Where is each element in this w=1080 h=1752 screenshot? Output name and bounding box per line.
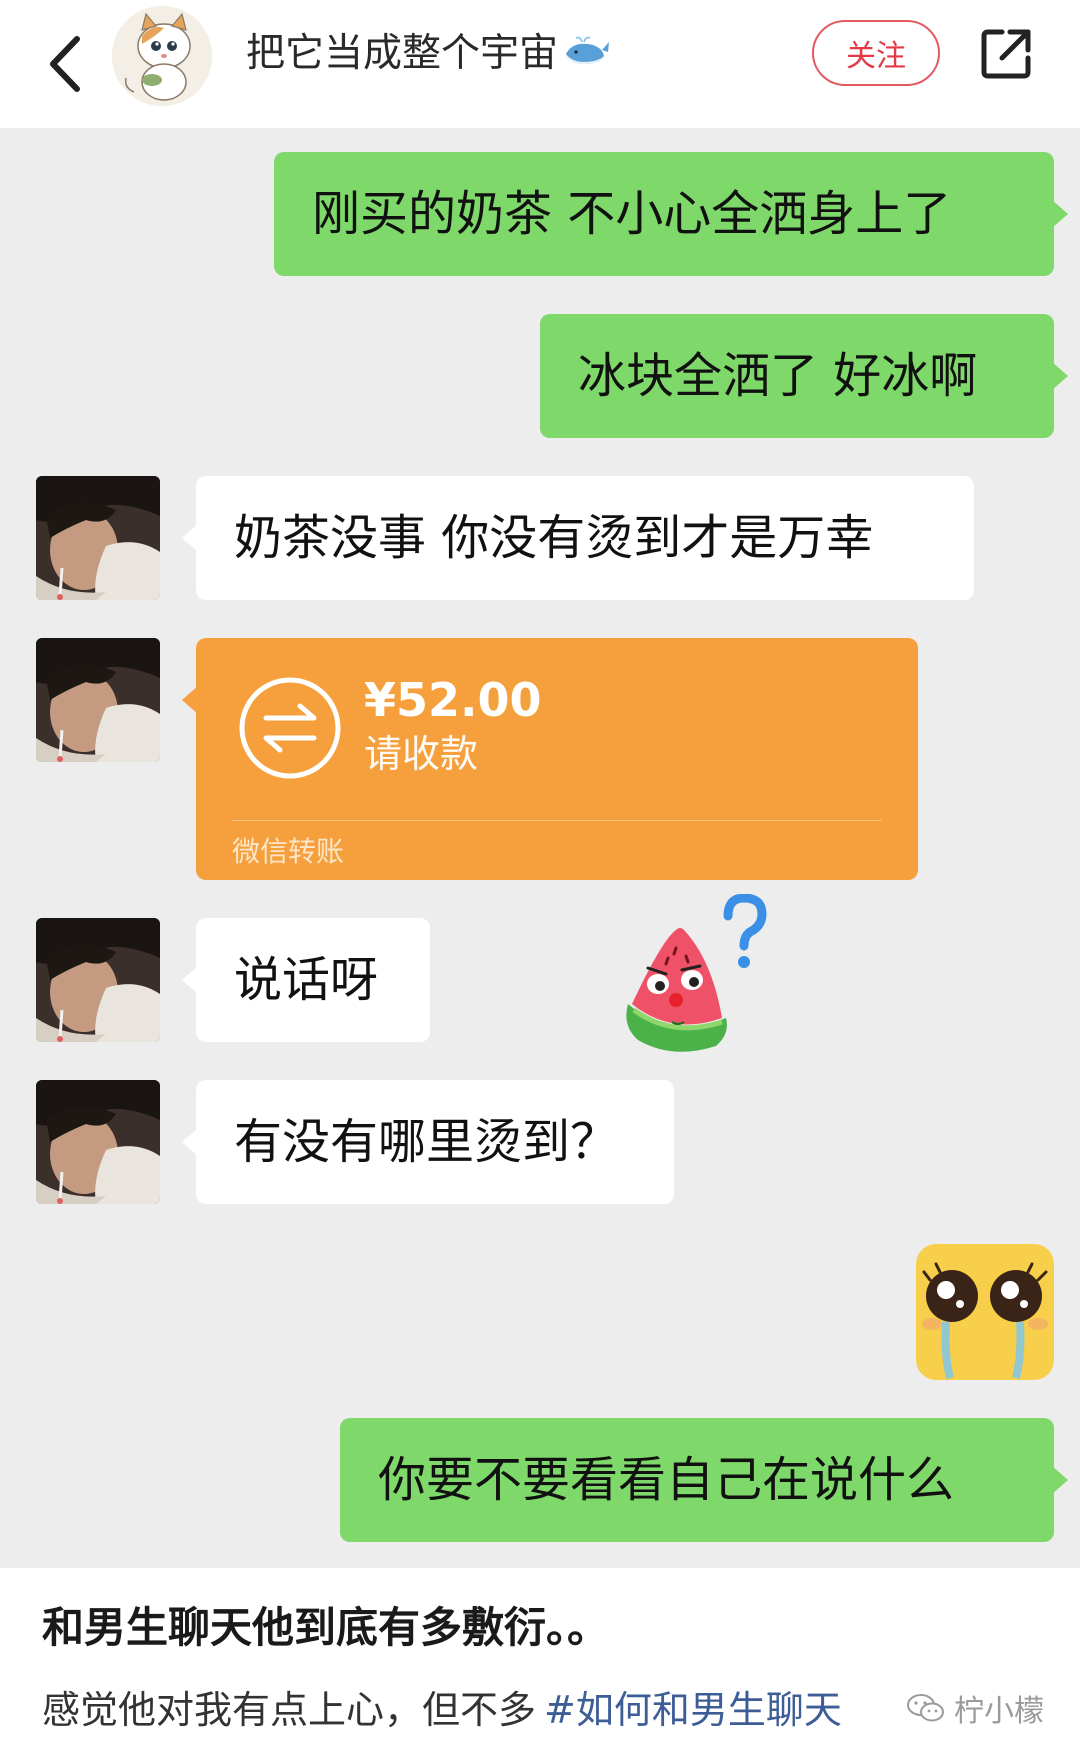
watermark: 柠小檬 xyxy=(906,1686,1044,1730)
wechat-icon xyxy=(907,1694,944,1722)
back-button[interactable] xyxy=(30,22,100,106)
share-icon xyxy=(981,29,1031,79)
contact-avatar[interactable] xyxy=(36,918,160,1042)
crying-face-sticker[interactable] xyxy=(916,1244,1054,1380)
cat-avatar-image xyxy=(112,6,212,106)
back-arrow-icon xyxy=(50,36,80,92)
post-body-text: 感觉他对我有点上心，但不多 xyxy=(42,1688,537,1732)
question-mark-icon xyxy=(723,894,767,968)
post-caption: 和男生聊天他到底有多敷衍。。 感觉他对我有点上心，但不多 #如何和男生聊天 柠小檬 xyxy=(0,1568,1080,1752)
follow-button[interactable]: 关注 xyxy=(812,20,940,86)
message-text: 奶茶没事 你没有烫到才是万幸 xyxy=(234,510,874,566)
message-bubble-received[interactable]: 奶茶没事 你没有烫到才是万幸 xyxy=(182,476,974,600)
message-bubble-sent[interactable]: 你要不要看看自己在说什么 xyxy=(340,1418,1068,1542)
message-bubble-received[interactable]: 说话呀 xyxy=(182,918,430,1042)
contact-avatar-image xyxy=(36,476,160,600)
message-bubble-sent[interactable]: 冰块全洒了 好冰啊 xyxy=(540,314,1068,438)
contact-avatar[interactable] xyxy=(36,638,160,762)
transfer-icon xyxy=(239,677,341,779)
author-avatar[interactable] xyxy=(112,6,212,106)
wechat-transfer-card[interactable]: ¥52.00 请收款 微信转账 xyxy=(182,638,918,880)
top-bar: 把它当成整个宇宙 关注 xyxy=(0,0,1080,128)
chat-title-text: 把它当成整个宇宙 xyxy=(246,31,559,76)
watermark-text: 柠小檬 xyxy=(954,1694,1044,1729)
message-text: 说话呀 xyxy=(234,952,379,1008)
message-text: 刚买的奶茶 不小心全洒身上了 xyxy=(312,186,952,242)
contact-avatar-image xyxy=(36,638,160,762)
hashtag-link[interactable]: #如何和男生聊天 xyxy=(544,1688,842,1732)
contact-avatar[interactable] xyxy=(36,476,160,600)
message-text: 有没有哪里烫到？ xyxy=(234,1114,619,1170)
crying-face-sticker-image xyxy=(916,1244,1054,1380)
chat-area: 刚买的奶茶 不小心全洒身上了 冰块全洒了 好冰啊 奶茶没事 你没有烫到才是万幸 xyxy=(0,128,1080,1568)
share-button[interactable] xyxy=(970,18,1042,90)
transfer-status: 请收款 xyxy=(364,732,479,776)
contact-avatar-image xyxy=(36,918,160,1042)
whale-icon xyxy=(562,26,610,86)
watermelon-sticker[interactable] xyxy=(612,894,772,1060)
contact-avatar[interactable] xyxy=(36,1080,160,1204)
contact-avatar-image xyxy=(36,1080,160,1204)
message-bubble-received[interactable]: 有没有哪里烫到？ xyxy=(182,1080,674,1204)
message-text: 你要不要看看自己在说什么 xyxy=(378,1452,955,1508)
chat-title: 把它当成整个宇宙 xyxy=(246,24,610,86)
transfer-amount: ¥52.00 xyxy=(364,673,542,727)
message-bubble-sent[interactable]: 刚买的奶茶 不小心全洒身上了 xyxy=(274,152,1068,276)
transfer-divider xyxy=(232,820,882,821)
post-title: 和男生聊天他到底有多敷衍。。 xyxy=(42,1603,610,1652)
post-body: 感觉他对我有点上心，但不多 #如何和男生聊天 xyxy=(42,1684,842,1736)
message-text: 冰块全洒了 好冰啊 xyxy=(578,348,978,404)
transfer-footer: 微信转账 xyxy=(232,835,345,868)
